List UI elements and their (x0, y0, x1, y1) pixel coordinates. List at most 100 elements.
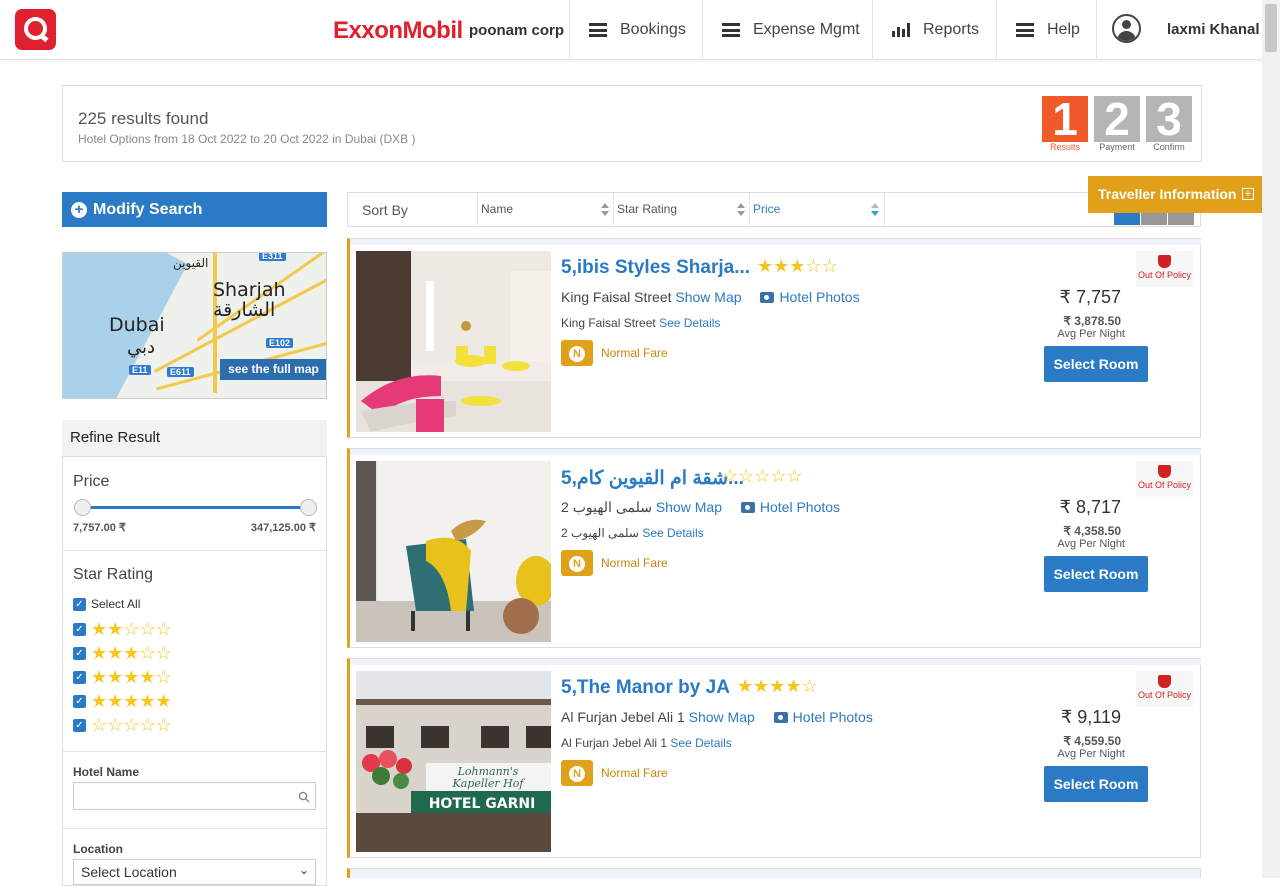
scrollbar-thumb[interactable] (1265, 4, 1277, 52)
user-avatar-icon (1112, 14, 1141, 43)
location-map[interactable]: القيوين Sharjah الشارقة Dubai دبي E311 E… (62, 252, 327, 399)
hotel-photos-link[interactable]: Hotel Photos (793, 709, 873, 725)
hotel-name-link[interactable]: 5,شقة ام القيوين كام... (561, 467, 744, 490)
hotel-star-rating: ★★★☆☆ (757, 256, 838, 276)
see-details-link[interactable]: See Details (670, 736, 731, 750)
menu-icon (589, 23, 607, 37)
checkbox-checked-icon[interactable]: ✓ (73, 597, 86, 611)
fare-label: Normal Fare (601, 556, 668, 570)
step-number: 1 (1042, 96, 1088, 142)
price-min-handle[interactable] (74, 499, 91, 516)
step-payment: 2 Payment (1094, 96, 1140, 152)
fare-type: N Normal Fare (561, 550, 668, 576)
hotel-image[interactable]: Lohmann's Kapeller Hof HOTEL GARNI (356, 671, 551, 852)
see-full-map-button[interactable]: see the full map (220, 359, 326, 380)
traveller-information-button[interactable]: Traveller Information + (1088, 176, 1262, 213)
see-details-link[interactable]: See Details (659, 316, 720, 330)
star-option-4[interactable]: ✓ ★★★★☆ (73, 668, 172, 686)
user-name: laxmi Khanal (1167, 21, 1260, 38)
avg-per-night-label: Avg Per Night (1057, 328, 1125, 340)
map-label-sharjah-ar: الشارقة (213, 299, 276, 321)
checkbox-checked-icon[interactable]: ✓ (73, 694, 86, 708)
sort-arrows-icon (871, 203, 880, 217)
map-road-shield: E611 (167, 367, 194, 377)
hotel-card: Lohmann's Kapeller Hof HOTEL GARNI 5,The… (347, 658, 1201, 858)
star-rating-icons: ★★★★☆ (91, 667, 172, 687)
hotel-street: 2 سلمى الهيوب (561, 526, 639, 540)
policy-label: Out Of Policy (1137, 270, 1191, 280)
map-label-sharjah: Sharjah (213, 279, 286, 301)
fare-type: N Normal Fare (561, 760, 668, 786)
price-max-handle[interactable] (300, 499, 317, 516)
see-details-link[interactable]: See Details (642, 526, 703, 540)
hotel-photos-link[interactable]: Hotel Photos (779, 289, 859, 305)
search-options-text: Hotel Options from 18 Oct 2022 to 20 Oct… (78, 132, 416, 146)
show-map-link[interactable]: Show Map (675, 289, 741, 305)
plus-circle-icon: + (71, 201, 87, 218)
thumbs-down-icon (1158, 465, 1171, 478)
sort-arrows-icon (601, 203, 610, 217)
hotel-facade-image: Lohmann's Kapeller Hof HOTEL GARNI (356, 671, 551, 852)
location-select[interactable]: Select Location ⌄ (73, 859, 316, 885)
fare-type: N Normal Fare (561, 340, 668, 366)
checkbox-checked-icon[interactable]: ✓ (73, 670, 86, 684)
camera-icon (760, 292, 775, 303)
star-option-2[interactable]: ✓ ★★☆☆☆ (73, 620, 172, 638)
sort-star-rating[interactable]: Star Rating (613, 193, 749, 226)
sort-arrows-icon (737, 203, 746, 217)
sort-price[interactable]: Price (749, 193, 885, 226)
hotel-photos-link[interactable]: Hotel Photos (760, 499, 840, 515)
nav-bookings[interactable]: Bookings (569, 0, 702, 60)
star-rating-icons: ★★★☆☆ (91, 643, 172, 663)
app-logo-icon[interactable] (15, 9, 56, 50)
select-room-button[interactable]: Select Room (1044, 766, 1148, 802)
results-count: 225 results found (78, 109, 209, 128)
corporate-name: poonam corp (469, 22, 565, 39)
checkbox-checked-icon[interactable]: ✓ (73, 646, 86, 660)
checkbox-checked-icon[interactable]: ✓ (73, 718, 86, 732)
step-confirm: 3 Confirm (1146, 96, 1192, 152)
nav-reports[interactable]: Reports (872, 0, 996, 60)
nav-bookings-label: Bookings (620, 21, 686, 38)
star-rating-title: Star Rating (73, 566, 154, 583)
card-top-band (350, 659, 1201, 665)
per-night-price: ₹ 4,559.50 (1063, 734, 1121, 748)
user-menu[interactable]: laxmi Khanal (1096, 0, 1262, 60)
checkbox-checked-icon[interactable]: ✓ (73, 622, 86, 636)
nav-expense-label: Expense Mgmt (753, 21, 860, 38)
hotel-street: 2 سلمى الهيوب (561, 499, 652, 515)
page-scrollbar[interactable] (1262, 0, 1280, 878)
normal-fare-icon: N (561, 760, 593, 786)
hotel-name-input[interactable] (73, 782, 316, 810)
price-range-track (81, 506, 309, 509)
sort-name[interactable]: Name (477, 193, 613, 226)
select-room-button[interactable]: Select Room (1044, 346, 1148, 382)
map-label-umm-al-quwain: القيوين (173, 256, 209, 270)
fare-label: Normal Fare (601, 766, 668, 780)
expand-plus-icon: + (1242, 188, 1254, 200)
star-option-unrated[interactable]: ✓ ☆☆☆☆☆ (73, 716, 172, 734)
star-rating-icons: ★★★★★ (91, 691, 172, 711)
show-map-link[interactable]: Show Map (689, 709, 755, 725)
hotel-name-link[interactable]: 5,ibis Styles Sharja... (561, 257, 750, 279)
hotel-image[interactable] (356, 251, 551, 432)
out-of-policy-badge: Out Of Policy (1136, 671, 1193, 707)
hotel-name-link[interactable]: 5,The Manor by JA (561, 677, 730, 699)
nav-expense-mgmt[interactable]: Expense Mgmt (702, 0, 872, 60)
hotel-card-partial (347, 868, 1201, 878)
out-of-policy-badge: Out Of Policy (1136, 251, 1193, 287)
bar-chart-icon (892, 23, 910, 37)
camera-icon (740, 502, 755, 513)
select-room-button[interactable]: Select Room (1044, 556, 1148, 592)
avg-per-night-label: Avg Per Night (1057, 748, 1125, 760)
show-map-link[interactable]: Show Map (656, 499, 722, 515)
nav-help[interactable]: Help (996, 0, 1096, 60)
hotel-image[interactable] (356, 461, 551, 642)
star-select-all[interactable]: ✓ Select All (73, 597, 140, 611)
location-label: Location (73, 842, 123, 856)
star-option-5[interactable]: ✓ ★★★★★ (73, 692, 172, 710)
results-summary: 225 results found Hotel Options from 18 … (62, 85, 1202, 162)
star-option-3[interactable]: ✓ ★★★☆☆ (73, 644, 172, 662)
modify-search-button[interactable]: + Modify Search (62, 192, 327, 227)
hotel-address: King Faisal Street Show Map Hotel Photos (561, 289, 860, 305)
